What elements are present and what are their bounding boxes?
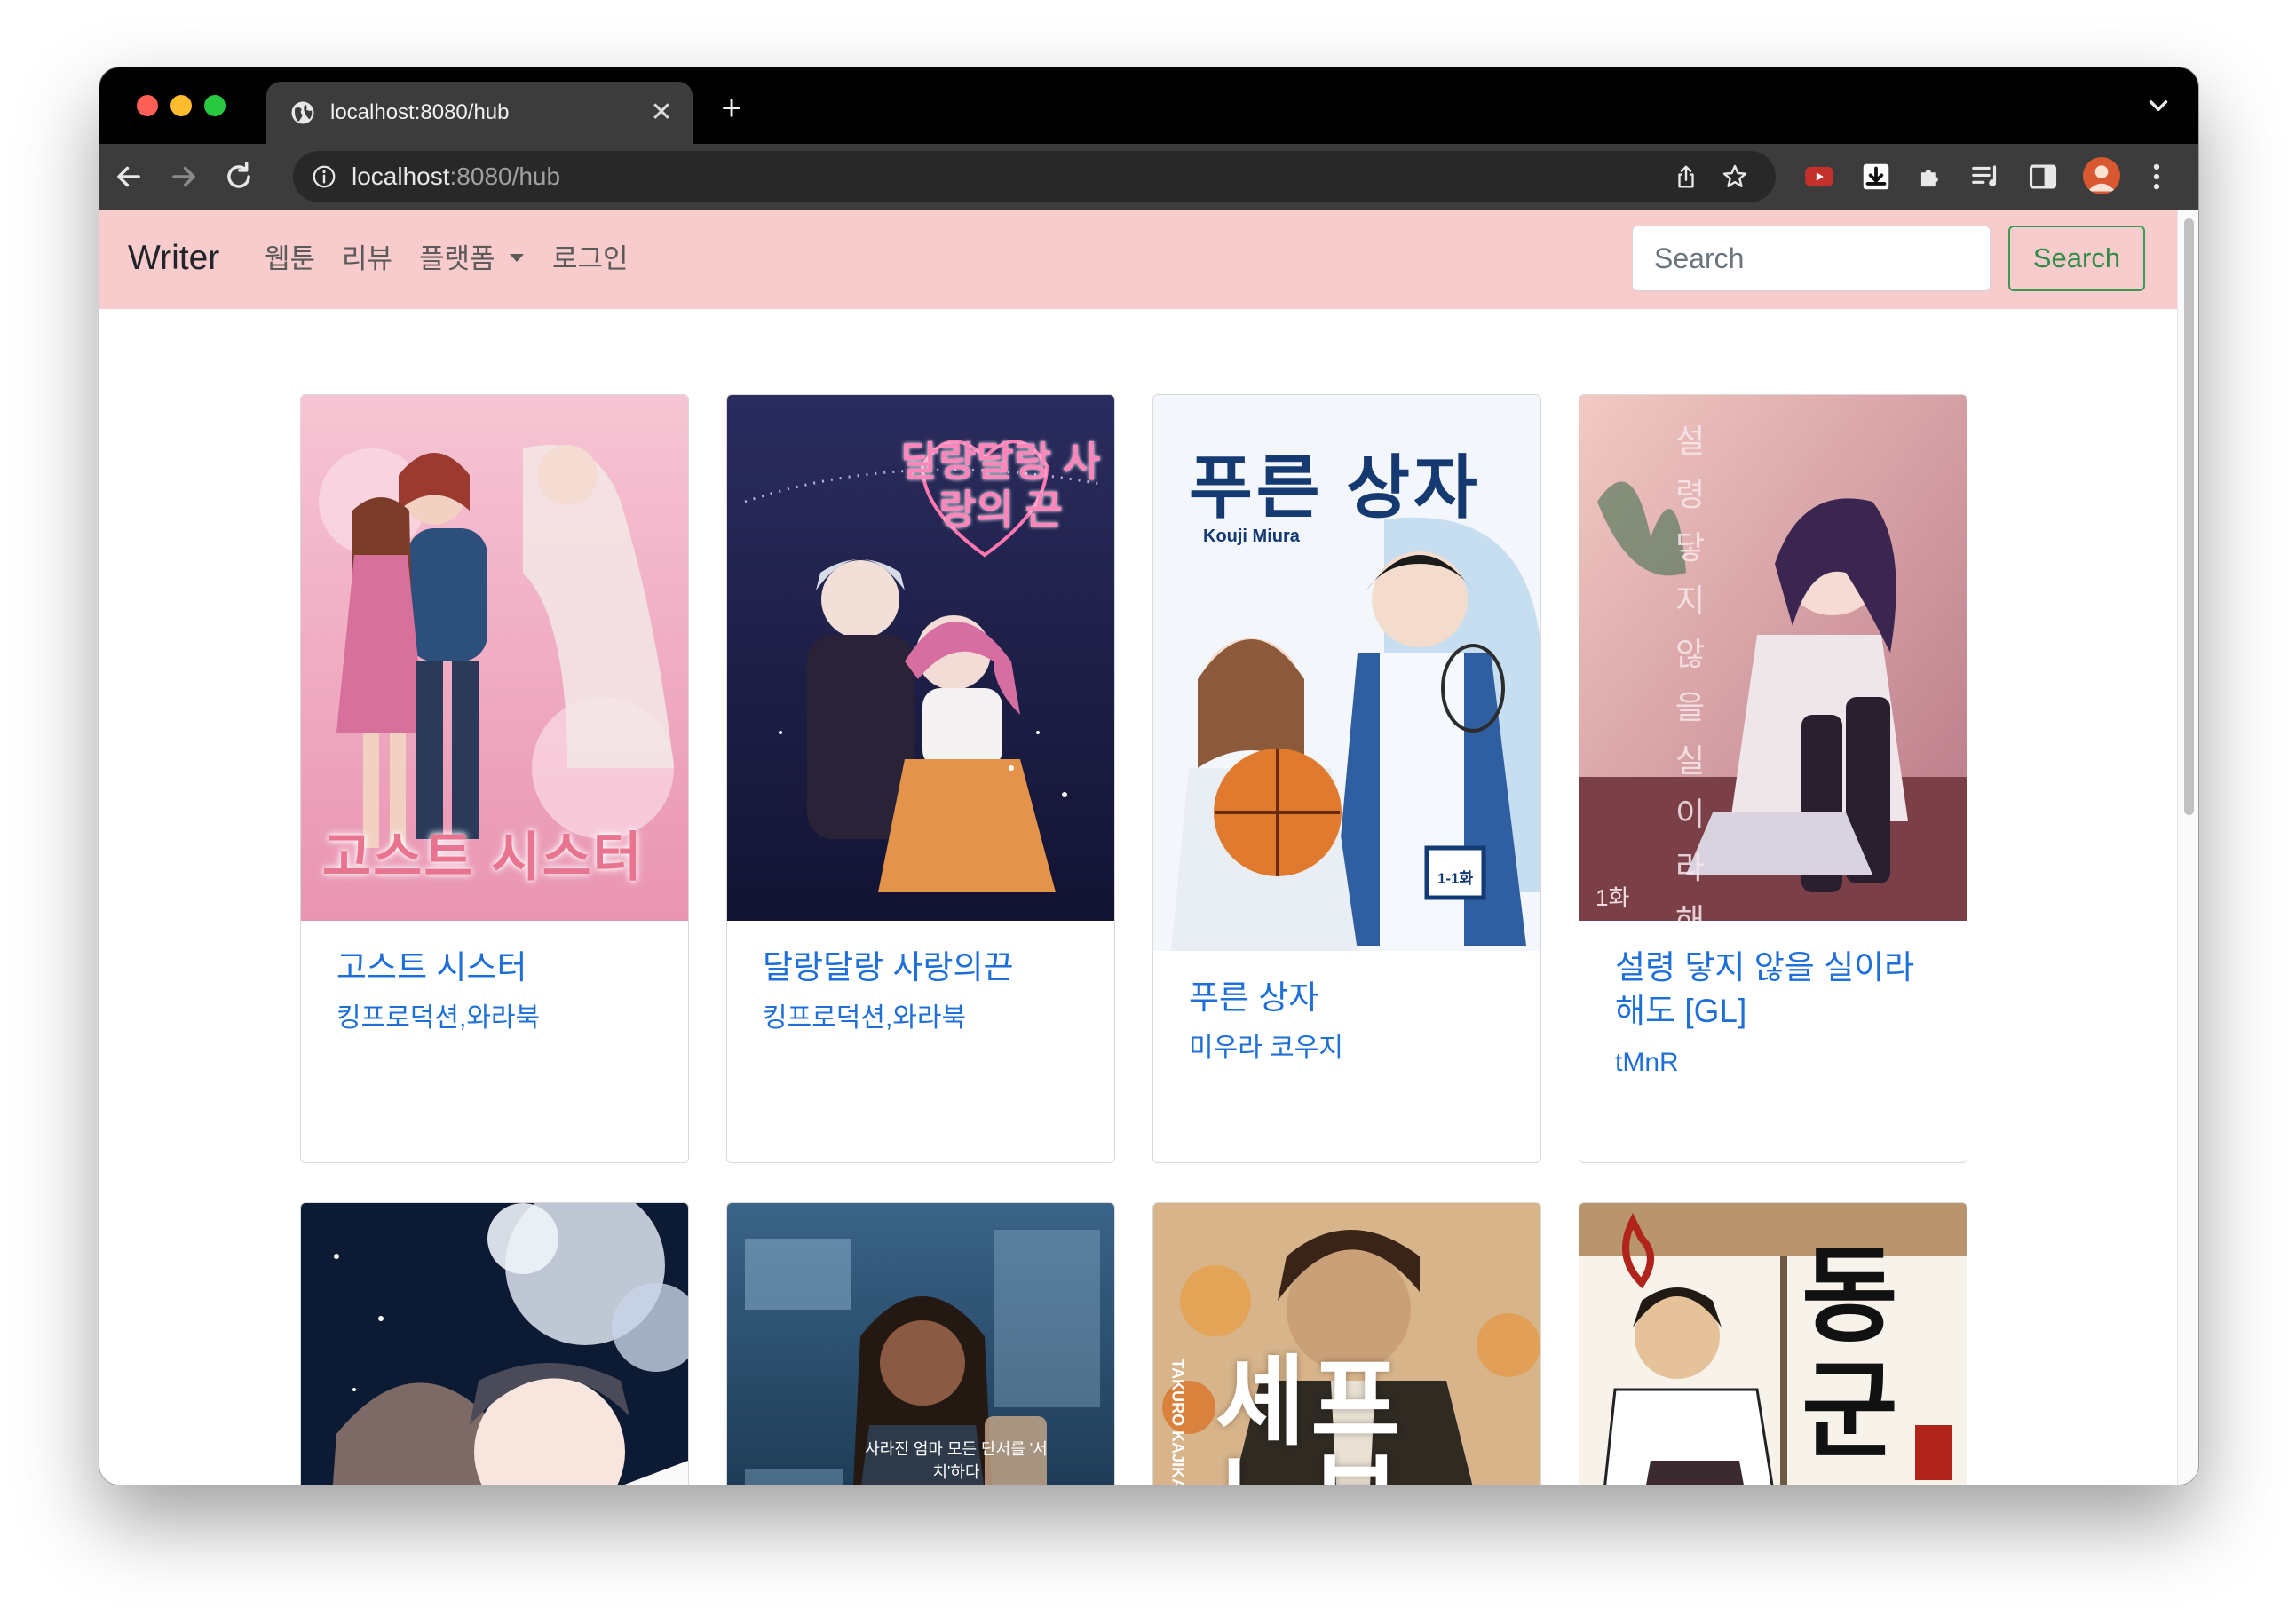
page-viewport: Writer 웹툰 리뷰 플랫폼 로그인 Search Search 고스트 시… bbox=[99, 210, 2177, 1485]
webtoon-card[interactable]: 고스트 시스터 고스트 시스터 킹프로덕션,와라북 bbox=[300, 394, 689, 1163]
nav-dropdown-label: 플랫폼 bbox=[419, 243, 495, 274]
new-tab-button[interactable]: + bbox=[712, 89, 751, 128]
caret-down-icon bbox=[509, 254, 524, 263]
share-icon[interactable] bbox=[1673, 163, 1699, 190]
nav-link-webtoon[interactable]: 웹툰 bbox=[265, 242, 315, 277]
webtoon-card[interactable]: 동군 bbox=[1579, 1202, 1967, 1485]
address-bar[interactable]: localhost:8080/hub bbox=[293, 151, 1776, 202]
nav-dropdown-platform[interactable]: 플랫폼 bbox=[419, 242, 524, 277]
cover-text: 푸른 상자 bbox=[1189, 448, 1481, 527]
cover-text: 사라진 엄마 모든 단서를 '서치'하다 bbox=[865, 1440, 1048, 1481]
cover-text: 동군 bbox=[1801, 1238, 1898, 1470]
site-navbar: Writer 웹툰 리뷰 플랫폼 로그인 Search bbox=[99, 210, 2177, 309]
webtoon-card[interactable]: 사라진 엄마 모든 단서를 '서치'하다 bbox=[726, 1202, 1115, 1485]
reading-list-icon[interactable] bbox=[1969, 160, 2003, 194]
side-panel-icon[interactable] bbox=[2026, 160, 2060, 194]
cover-image[interactable]: 푸른 상자 Kouji Miura 1-1화 bbox=[1153, 395, 1540, 951]
card-title[interactable]: 달랑달랑 사랑의끈 bbox=[763, 946, 1089, 989]
cover-subtitle: Kouji Miura bbox=[1203, 527, 1300, 546]
url-path: :8080/hub bbox=[449, 162, 561, 190]
youtube-extension-icon[interactable] bbox=[1802, 160, 1836, 194]
cover-episode-badge: 1화 bbox=[1595, 884, 1630, 911]
cover-text: 셰프 노부 bbox=[1215, 1348, 1406, 1485]
minimize-window-button[interactable] bbox=[170, 95, 192, 116]
nav-link-login[interactable]: 로그인 bbox=[552, 242, 629, 277]
webtoon-card[interactable]: 달랑달랑 사랑의 끈 달랑달랑 사랑의끈 킹프로덕션,와라북 bbox=[726, 394, 1115, 1163]
webtoon-card[interactable]: 설령 닿지 않을 실이라 해도 1화 설령 닿지 않을 실이라 해도 [GL] … bbox=[1579, 394, 1967, 1163]
card-title[interactable]: 고스트 시스터 bbox=[336, 946, 663, 989]
brand-logo[interactable]: Writer bbox=[128, 236, 219, 281]
card-author: 킹프로덕션,와라북 bbox=[336, 1003, 541, 1033]
browser-tab[interactable]: localhost:8080/hub ✕ bbox=[266, 82, 693, 144]
cover-image[interactable]: 셰프 노부 TAKURO KAJIKAWA bbox=[1153, 1203, 1540, 1485]
webtoon-card[interactable]: 셰프 노부 TAKURO KAJIKAWA bbox=[1152, 1202, 1541, 1485]
forward-arrow-icon[interactable] bbox=[167, 160, 201, 194]
tab-close-icon[interactable]: ✕ bbox=[646, 98, 677, 128]
bookmark-star-icon[interactable] bbox=[1721, 162, 1749, 191]
close-window-button[interactable] bbox=[137, 95, 158, 116]
url-text: localhost:8080/hub bbox=[352, 162, 560, 191]
tab-strip: localhost:8080/hub ✕ + bbox=[99, 67, 2198, 144]
cover-text: 달랑달랑 사랑의 끈 bbox=[900, 439, 1101, 533]
webtoon-card[interactable] bbox=[300, 1202, 689, 1485]
tab-title: localhost:8080/hub bbox=[330, 100, 510, 124]
reload-icon[interactable] bbox=[222, 160, 256, 194]
cover-image[interactable] bbox=[301, 1203, 688, 1485]
card-author: 킹프로덕션,와라북 bbox=[763, 1003, 967, 1033]
url-host: localhost bbox=[352, 162, 450, 190]
scrollbar[interactable] bbox=[2177, 210, 2198, 1485]
puzzle-extensions-icon[interactable] bbox=[1914, 160, 1948, 194]
cover-image[interactable]: 달랑달랑 사랑의 끈 bbox=[727, 395, 1114, 921]
cover-image[interactable]: 설령 닿지 않을 실이라 해도 1화 bbox=[1579, 395, 1967, 921]
download-extension-icon[interactable] bbox=[1859, 160, 1893, 194]
browser-toolbar: localhost:8080/hub bbox=[99, 144, 2198, 210]
scrollbar-thumb[interactable] bbox=[2184, 218, 2194, 815]
cover-subtitle: TAKURO KAJIKAWA bbox=[1168, 1359, 1187, 1485]
back-arrow-icon[interactable] bbox=[112, 160, 146, 194]
cover-episode-badge: 1-1화 bbox=[1437, 870, 1474, 887]
search-button[interactable]: Search bbox=[2008, 226, 2145, 291]
cover-image[interactable]: 동군 bbox=[1579, 1203, 1967, 1485]
cover-image[interactable]: 고스트 시스터 bbox=[301, 395, 688, 921]
webtoon-card[interactable]: 푸른 상자 Kouji Miura 1-1화 푸른 상자 미우라 코우지 bbox=[1152, 394, 1541, 1163]
info-icon[interactable] bbox=[311, 163, 337, 190]
cover-text: 고스트 시스터 bbox=[322, 828, 644, 887]
card-author: 미우라 코우지 bbox=[1189, 1034, 1343, 1063]
globe-icon bbox=[291, 101, 314, 124]
card-title[interactable]: 설령 닿지 않을 실이라 해도 [GL] bbox=[1615, 946, 1942, 1033]
card-author: tMnR bbox=[1615, 1048, 1679, 1077]
browser-window: localhost:8080/hub ✕ + localhost:8080/hu… bbox=[99, 67, 2198, 1485]
search-input[interactable] bbox=[1632, 226, 1991, 291]
more-vertical-icon[interactable] bbox=[2140, 160, 2173, 194]
nav-link-review[interactable]: 리뷰 bbox=[342, 242, 392, 277]
card-title[interactable]: 푸른 상자 bbox=[1189, 976, 1516, 1019]
chevron-down-icon[interactable] bbox=[2143, 91, 2173, 121]
profile-avatar[interactable] bbox=[2083, 157, 2120, 194]
cover-text: 설령 닿지 않을 실이라 해도 bbox=[1675, 423, 1706, 921]
maximize-window-button[interactable] bbox=[204, 95, 226, 116]
person-icon bbox=[2087, 165, 2116, 192]
cover-image[interactable]: 사라진 엄마 모든 단서를 '서치'하다 bbox=[727, 1203, 1114, 1485]
